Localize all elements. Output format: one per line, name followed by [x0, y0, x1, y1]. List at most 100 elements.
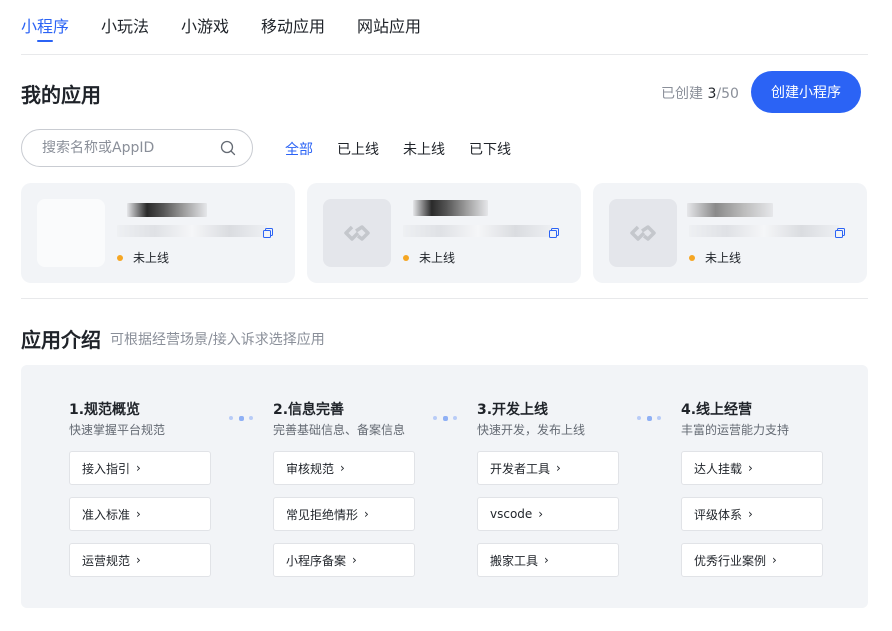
step-link[interactable]: 审核规范 › — [273, 451, 415, 485]
tab-label: 小程序 — [21, 17, 70, 36]
chevron-right-icon: › — [544, 553, 549, 567]
section-divider — [21, 298, 868, 299]
redacted-app-name — [687, 203, 773, 217]
page: 小程序 小玩法 小游戏 移动应用 网站应用 我的应用 已创建 3/50 创建小程… — [0, 0, 892, 631]
step-column: 3.开发上线 快速开发，发布上线 开发者工具 › vscode › 搬家工具 › — [477, 399, 647, 577]
page-title: 我的应用 — [21, 83, 101, 107]
created-count: 已创建 3/50 — [661, 83, 739, 103]
chevron-right-icon: › — [136, 553, 141, 567]
copy-icon[interactable] — [263, 228, 273, 238]
tab-mini-play[interactable]: 小玩法 — [101, 13, 149, 37]
status-text: 未上线 — [705, 251, 742, 265]
chevron-right-icon: › — [556, 461, 561, 475]
search-icon[interactable] — [220, 140, 236, 156]
filter-offline[interactable]: 已下线 — [469, 139, 511, 159]
chevron-right-icon: › — [748, 461, 753, 475]
step-link-label: 运营规范 — [82, 553, 131, 568]
status-dot — [403, 254, 409, 261]
step-link[interactable]: 常见拒绝情形 › — [273, 497, 415, 531]
step-link[interactable]: 运营规范 › — [69, 543, 211, 577]
step-desc: 完善基础信息、备案信息 — [273, 423, 406, 437]
step-link-label: 准入标准 — [82, 507, 131, 522]
tab-mobile-app[interactable]: 移动应用 — [261, 13, 325, 37]
redacted-app-id — [403, 225, 553, 237]
redacted-app-name — [413, 200, 488, 216]
step-link-label: 接入指引 — [82, 461, 131, 476]
tab-web-app[interactable]: 网站应用 — [357, 13, 421, 37]
intro-title: 应用介绍 — [21, 328, 101, 352]
step-link-label: 开发者工具 — [490, 461, 551, 476]
step-column: 2.信息完善 完善基础信息、备案信息 审核规范 › 常见拒绝情形 › 小程序备案 › — [273, 399, 443, 577]
filter-all[interactable]: 全部 — [285, 139, 313, 159]
step-connector — [637, 415, 661, 421]
step-desc: 快速掌握平台规范 — [69, 423, 166, 437]
create-mini-program-button[interactable]: 创建小程序 — [751, 71, 861, 113]
tab-mini-game[interactable]: 小游戏 — [181, 13, 229, 37]
intro-panel: 1.规范概览 快速掌握平台规范 接入指引 › 准入标准 › 运营规范 › 2.信息完善… — [21, 365, 868, 608]
status-text: 未上线 — [419, 251, 456, 265]
intro-subtitle: 可根据经营场景/接入诉求选择应用 — [110, 332, 325, 348]
chevron-right-icon: › — [352, 553, 357, 567]
chevron-right-icon: › — [748, 507, 753, 521]
top-tabs: 小程序 小玩法 小游戏 移动应用 网站应用 — [21, 0, 868, 55]
step-link-label: 优秀行业案例 — [694, 553, 767, 568]
status-dot — [117, 254, 123, 261]
step-connector — [229, 415, 253, 421]
step-link-label: 常见拒绝情形 — [286, 507, 359, 522]
copy-icon[interactable] — [835, 228, 845, 238]
step-link-label: 评级体系 — [694, 507, 743, 522]
status-badge: 未上线 — [117, 249, 169, 266]
step-link[interactable]: 准入标准 › — [69, 497, 211, 531]
app-card[interactable]: 未上线 — [21, 183, 295, 283]
step-link-label: 小程序备案 — [286, 553, 347, 568]
tab-mini-program[interactable]: 小程序 — [21, 13, 70, 42]
step-link[interactable]: 优秀行业案例 › — [681, 543, 823, 577]
redacted-app-id — [689, 225, 839, 237]
step-link-label: 搬家工具 — [490, 553, 539, 568]
step-link-label: 审核规范 — [286, 461, 335, 476]
tab-label: 移动应用 — [261, 17, 326, 36]
tab-label: 网站应用 — [357, 17, 422, 36]
step-desc: 快速开发，发布上线 — [477, 423, 586, 437]
status-dot — [689, 254, 695, 261]
app-logo — [37, 199, 105, 267]
search-input[interactable] — [42, 140, 212, 156]
step-link-label: vscode — [490, 507, 533, 521]
step-desc: 丰富的运营能力支持 — [681, 423, 790, 437]
redacted-app-id — [117, 225, 267, 237]
chevron-right-icon: › — [136, 507, 141, 521]
status-badge: 未上线 — [689, 249, 741, 266]
app-logo — [323, 199, 391, 267]
step-title: 4.线上经营 — [681, 402, 753, 418]
active-tab-indicator — [37, 40, 53, 42]
chevron-right-icon: › — [340, 461, 345, 475]
chevron-right-icon: › — [136, 461, 141, 475]
app-logo — [609, 199, 677, 267]
status-text: 未上线 — [133, 251, 170, 265]
step-link-label: 达人挂载 — [694, 461, 743, 476]
link-placeholder-icon — [630, 225, 656, 241]
step-link[interactable]: 评级体系 › — [681, 497, 823, 531]
step-link[interactable]: vscode › — [477, 497, 619, 531]
filter-not-online[interactable]: 未上线 — [403, 139, 445, 159]
chevron-right-icon: › — [538, 507, 544, 521]
app-card[interactable]: 未上线 — [593, 183, 867, 283]
step-title: 2.信息完善 — [273, 402, 345, 418]
step-link[interactable]: 接入指引 › — [69, 451, 211, 485]
filter-online[interactable]: 已上线 — [337, 139, 379, 159]
created-total: /50 — [716, 86, 739, 102]
search-box[interactable] — [21, 129, 253, 167]
link-placeholder-icon — [344, 225, 370, 241]
chevron-right-icon: › — [772, 553, 777, 567]
step-link[interactable]: 开发者工具 › — [477, 451, 619, 485]
copy-icon[interactable] — [549, 228, 559, 238]
tab-label: 小游戏 — [181, 17, 230, 36]
app-card[interactable]: 未上线 — [307, 183, 581, 283]
created-label: 已创建 — [661, 86, 703, 102]
step-connector — [433, 415, 457, 421]
tab-label: 小玩法 — [101, 17, 150, 36]
status-badge: 未上线 — [403, 249, 455, 266]
step-link[interactable]: 搬家工具 › — [477, 543, 619, 577]
step-link[interactable]: 小程序备案 › — [273, 543, 415, 577]
step-link[interactable]: 达人挂载 › — [681, 451, 823, 485]
